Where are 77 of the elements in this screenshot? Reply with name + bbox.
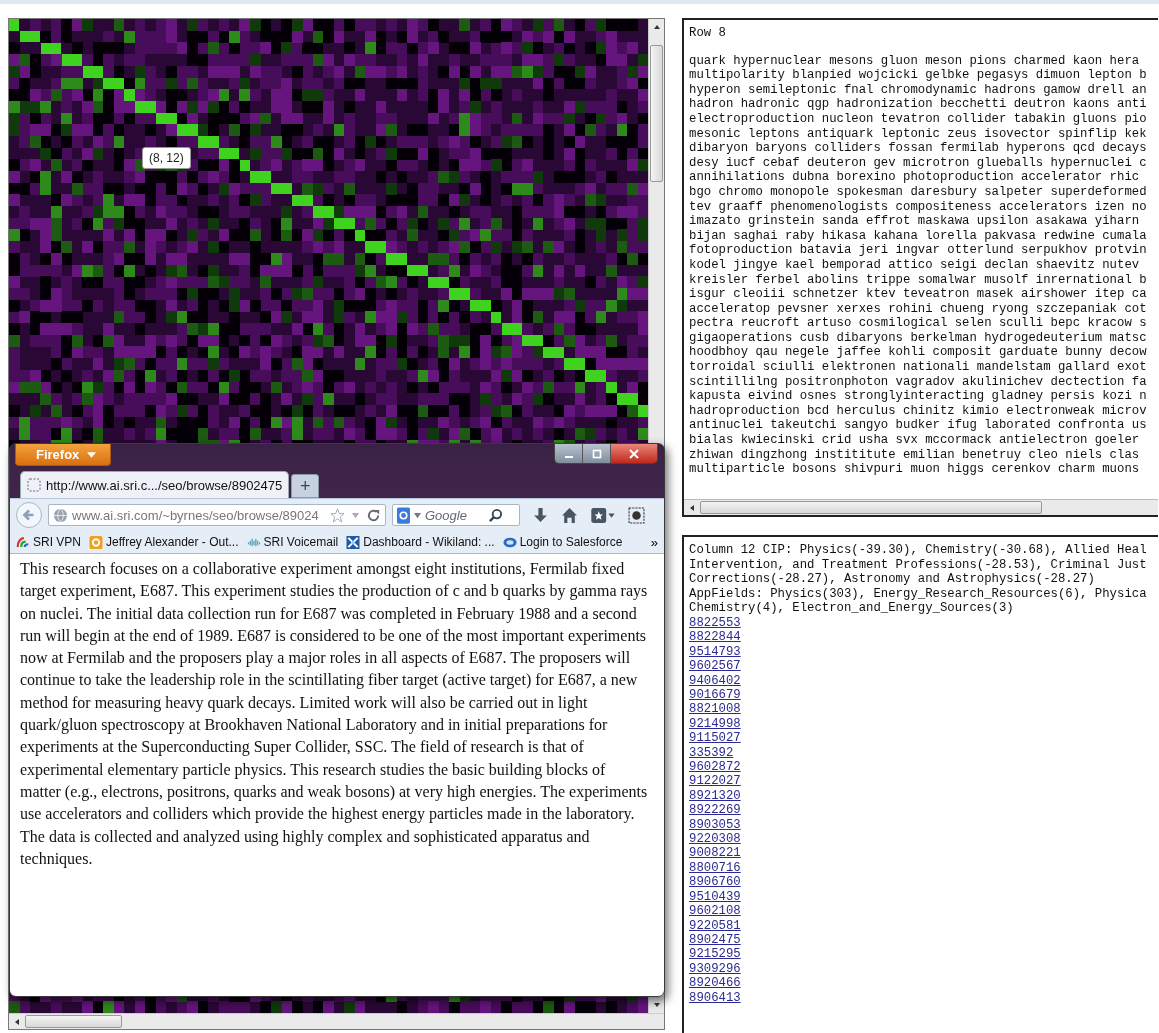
bookmark-link[interactable]: Jeffrey Alexander - Out... (89, 535, 239, 549)
more-bookmarks-button[interactable]: » (650, 534, 658, 550)
term-line: multipolarity blanpied wojcicki gelbke pegasys dimuon lepton b (689, 68, 1147, 83)
term-line: hadron hadronic qgp hadronization becchetti deutron kaons anti (689, 97, 1147, 112)
document-link[interactable]: 9510439 (689, 889, 741, 905)
document-link[interactable]: 8822553 (689, 615, 741, 631)
term-line: kreisler ferbel abolins trippe somalwar musolf inrernational b (689, 272, 1147, 288)
term-line: zhiwan dingzhong instititute emilian benetruy cleo niels clas (689, 447, 1140, 463)
document-link[interactable]: 8903053 (689, 817, 741, 833)
document-link[interactable]: 9008221 (689, 846, 741, 861)
field-line: AppFields: Physics(303), Energy_Research_Resources(6), Physica (689, 586, 1147, 602)
term-line: pectra reucroft artuso cosmilogical selen sculli bepc kracow s (689, 316, 1147, 331)
term-line: hyperon semileptonic fnal chromodynamic hadrons gamow drell an (689, 82, 1147, 98)
bookmark-link[interactable]: Login to Salesforce (502, 535, 623, 549)
document-link[interactable]: 9602108 (689, 904, 741, 919)
term-line: imazato grinstein sanda effrot maskawa upsilon asakawa yiharn (689, 214, 1140, 229)
field-line: Chemistry(4), Electron_and_Energy_Sources(3) (689, 601, 1014, 616)
term-line: bgo chromo monopole spokesman daresbury salpeter superdeformed (689, 184, 1147, 200)
new-tab-button[interactable]: + (291, 474, 320, 498)
document-link[interactable]: 9220581 (689, 918, 741, 933)
document-link[interactable]: 9016679 (689, 688, 741, 703)
address-bar[interactable]: www.ai.sri.com/~byrnes/seo/browse/89024 (48, 504, 386, 526)
search-field[interactable]: Google (425, 507, 485, 523)
term-line: multiparticle bosons shivpuri muon higgs cerenkov charm muons (689, 462, 1140, 477)
document-link[interactable]: 9215295 (689, 947, 741, 962)
term-line: bijan saghai raby hikasa kahana lorella pakvasa redwine cumala (689, 228, 1147, 244)
document-link[interactable]: 9406402 (689, 673, 741, 688)
term-line: dibaryon baryons colliders fossan fermilab hyperons qcd decays (689, 141, 1147, 156)
term-line: isgur cleoiii schnetzer ktev teveatron masek airshower itep ca (689, 287, 1147, 302)
search-bar[interactable]: Google (392, 504, 520, 526)
term-line: fotoproduction batavia jeri ingvar otterlund serpukhov protvin (689, 243, 1147, 258)
row-title: Row 8 (689, 26, 726, 41)
term-line: bialas kwiecinski crid usha svx mccormack antielectron goeler (689, 433, 1140, 448)
document-link[interactable]: 9602872 (689, 760, 741, 775)
term-line: acceleratop pevsner xerxes rohini chueng ryong szczepaniak cot (689, 301, 1147, 317)
field-line: Intervention, and Treatment Professions(-28.53), Criminal Just (689, 557, 1147, 573)
term-line: quark hypernuclear mesons gluon meson pions charmed kaon hera (689, 53, 1140, 69)
term-line: kapusta eivind osnes stronglyinteracting gladney persis kozi n (689, 389, 1147, 404)
document-link[interactable]: 9309296 (689, 961, 741, 977)
document-link[interactable]: 8906413 (689, 990, 741, 1005)
term-line: mesonic leptons antiquark leptonic zeus isovector spinflip kek (689, 126, 1147, 142)
browser-tab[interactable]: http://www.ai.sri.c.../seo/browse/8902475 (20, 471, 290, 498)
document-link[interactable]: 9602567 (689, 659, 741, 674)
term-line: antinuclei takeutchi sangyo budker ifug laborated confronta us (689, 418, 1147, 434)
term-line: gigaoperations cusb dibaryons berkelman hydrogedeuterium matsc (689, 330, 1147, 346)
document-link[interactable]: 8906760 (689, 875, 741, 890)
document-link[interactable]: 8822844 (689, 630, 741, 645)
description-paragraph: This research focuses on a collaborative experiment amongst eight institutions, Fermilab fixed target experiment, E687. This experiment studies the production of c and b quarks by gamma rays on nuclei. The initial data collection run for E687 was completed in February 1988 and a second run will begin at the end of 1989. E687 is considered to be one of the most important experiments now at Fermilab and the proposers play a major roles in all aspects of E687. The proposers will continue to take the leadership role in the scintillating fiber target (active target) for E687, a new method for measuring heavy quark decays. Limited work will also be carried out in light quark/gluon spectroscopy at Brookhaven National Laboratory and in initial preparations for experiments at the Superconducting Super Collider, SSC. The field of research is that of experimental elementary particle physics. This research studies the basic building blocks of matter (e.g., electrons, positrons, quarks and weak bosons) at very high energies. The experiments use accelerators and colliders which provide the highest energy particles made in the laboratory. The data is collected and analyzed using highly complex and sophisticated apparatus and techniques. (20, 559, 649, 870)
term-line: scintillilng positronphoton vagradov akulinichev dectection fa (689, 374, 1147, 390)
document-link[interactable]: 8800716 (689, 860, 741, 876)
document-link[interactable]: 9122027 (689, 774, 741, 789)
document-link[interactable]: 8902475 (689, 932, 741, 948)
document-link[interactable]: 335392 (689, 745, 734, 761)
term-line: electroproduction nucleon tevatron collider tabakin gluons pio (689, 111, 1147, 127)
document-link[interactable]: 8922269 (689, 803, 741, 818)
term-line: annihilations dubna borexino photoproduction accelerator rhic (689, 170, 1140, 185)
tooltip: (8, 12) (142, 147, 191, 169)
bookmark-link[interactable]: SRI Voicemail (246, 535, 339, 549)
field-line: Corrections(-28.27), Astronomy and Astrophysics(-28.27) (689, 572, 1095, 587)
document-link[interactable]: 9115027 (689, 731, 741, 746)
document-link[interactable]: 8921320 (689, 788, 741, 804)
tab-title: http://www.ai.sri.c.../seo/browse/8902475 (46, 477, 283, 493)
field-line: Column 12 CIP: Physics(-39.30), Chemistry(-30.68), Allied Heal (689, 543, 1147, 558)
document-link[interactable]: 8821008 (689, 702, 741, 717)
term-line: hadroproduction bcd herculus chinitz kimio electronweak microv (689, 403, 1147, 419)
term-line: hoodbhoy qau negele jaffee kohli composit garduate bunny decow (689, 345, 1147, 361)
document-link[interactable]: 8920466 (689, 976, 741, 991)
bookmark-link[interactable]: Dashboard - Wikiland: ... (346, 535, 495, 549)
bookmark-link[interactable]: SRI VPN (16, 535, 81, 549)
url-text: www.ai.sri.com/~byrnes/seo/browse/89024 (72, 507, 320, 523)
document-link[interactable]: 9220308 (689, 832, 741, 847)
document-link[interactable]: 9514793 (689, 644, 741, 660)
term-line: tev graaff phenomenologists compositeness accelerators izen no (689, 199, 1147, 215)
term-line: desy iucf cebaf deuteron gev microtron glueballs hypernuclei c (689, 155, 1147, 171)
document-link[interactable]: 9214998 (689, 716, 741, 732)
term-line: kodel jingye kael bemporad attico seigi declan shaevitz nutev (689, 257, 1140, 273)
term-line: torroidal sciulli elektronen nationali mandelstam gallard exot (689, 360, 1147, 375)
